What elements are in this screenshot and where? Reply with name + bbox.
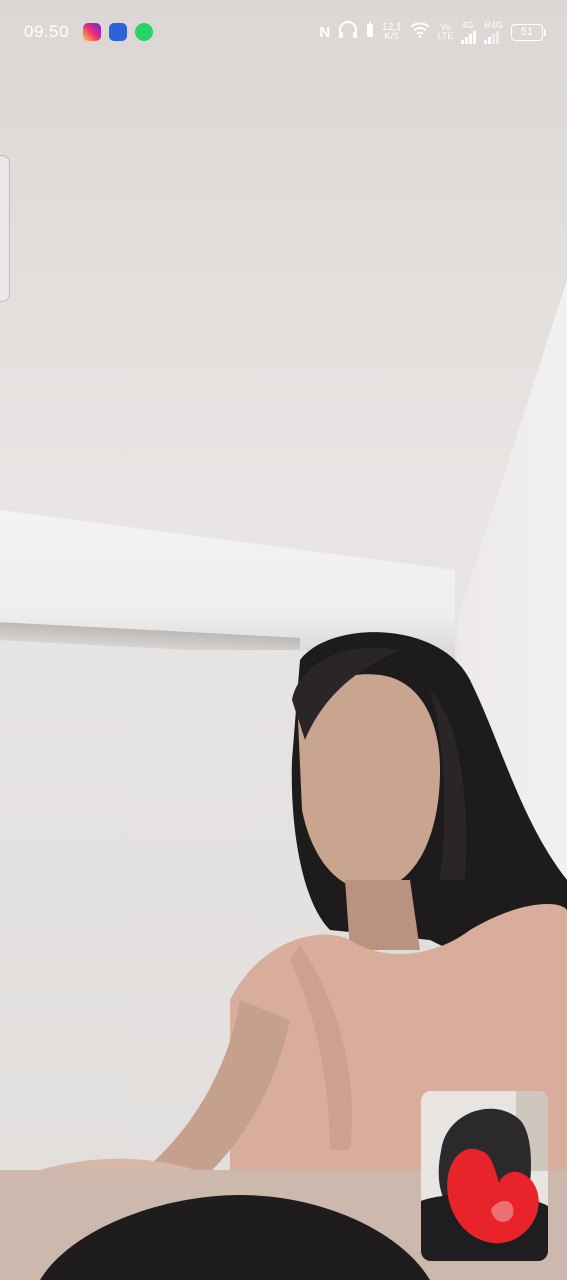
instagram-icon [83, 23, 102, 41]
self-video-preview[interactable] [421, 1091, 548, 1261]
sim1-signal: 4G [461, 19, 477, 44]
clock: 09.50 [24, 22, 70, 41]
volte-indicator: Vo LTE [438, 23, 454, 41]
status-bar: 09.50 N 12,1 K/S Vo LTE 4G R4G 51 [0, 0, 567, 64]
wifi-icon [409, 21, 430, 43]
sim2-signal: R4G [484, 19, 503, 44]
side-panel-handle[interactable] [0, 155, 10, 302]
remote-video-feed[interactable] [0, 0, 567, 1280]
nfc-icon: N [319, 23, 331, 41]
app-icon [109, 23, 128, 41]
sim2-network-label: R4G [484, 19, 503, 30]
signal-bars-icon [484, 30, 500, 44]
whatsapp-icon [135, 23, 154, 41]
status-bar-right: N 12,1 K/S Vo LTE 4G R4G 51 [319, 19, 546, 44]
signal-bars-icon [461, 30, 477, 44]
battery-icon: 51 [511, 23, 546, 41]
status-bar-left: 09.50 [24, 22, 154, 42]
battery-saver-icon [366, 21, 374, 43]
sim1-network-label: 4G [461, 19, 474, 30]
network-speed-unit: K/S [384, 31, 400, 41]
remote-participant-figure [0, 632, 567, 1280]
headphones-icon [338, 20, 358, 44]
volte-bottom: LTE [437, 31, 454, 41]
self-preview-content [421, 1091, 548, 1261]
network-speed: 12,1 K/S [382, 23, 401, 41]
